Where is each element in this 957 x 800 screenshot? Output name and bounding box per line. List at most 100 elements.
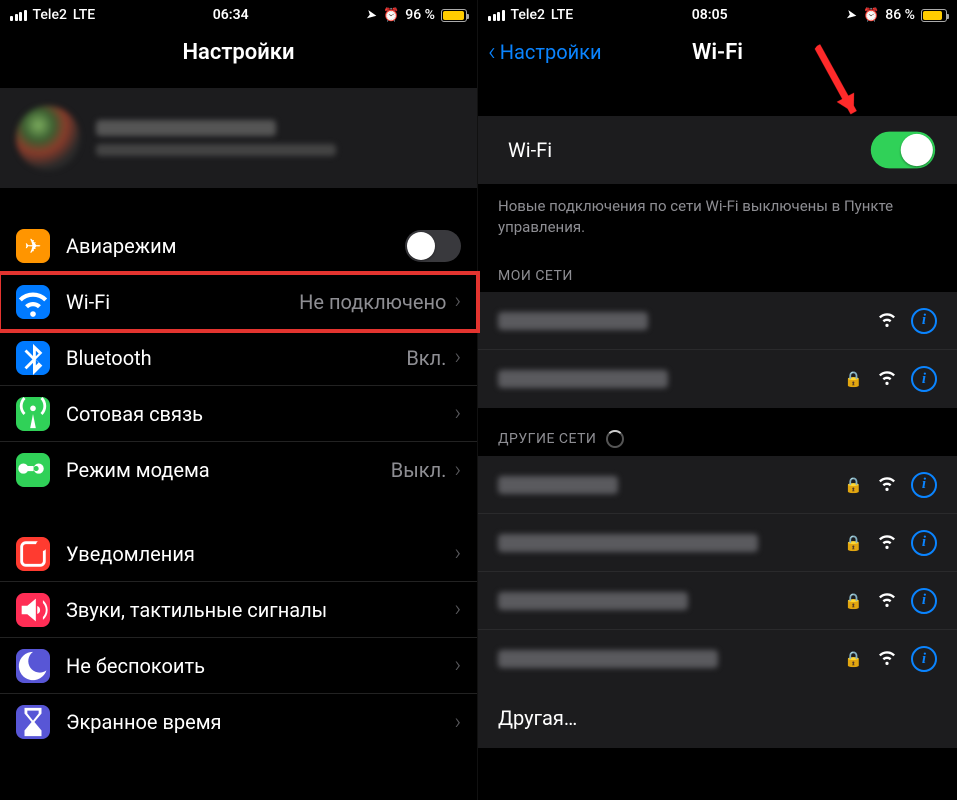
alarm-icon: ⏰ [863,8,879,23]
bluetooth-row[interactable]: Bluetooth Вкл. › [0,330,477,386]
network-row[interactable]: 🔒 i [478,456,957,514]
page-title: Настройки [182,40,294,65]
chevron-left-icon: ‹ [488,39,496,65]
chevron-right-icon: › [454,345,461,370]
dnd-row[interactable]: Не беспокоить › [0,638,477,694]
wifi-label: Wi-Fi [66,290,299,314]
hotspot-label: Режим модема [66,458,391,482]
alarm-icon: ⏰ [383,8,399,23]
settings-screen: Tele2 LTE 06:34 ➤ ⏰ 96 % Настройки Авиар… [0,0,478,800]
signal-icon [10,10,27,21]
network-type: LTE [551,7,573,23]
bluetooth-icon [16,341,50,375]
apple-id-row[interactable] [0,88,477,188]
info-button[interactable]: i [911,530,937,556]
bluetooth-label: Bluetooth [66,346,406,370]
wifi-signal-icon [877,369,897,389]
lock-icon: 🔒 [844,650,863,668]
network-row[interactable]: 🔒 i [478,514,957,572]
wifi-signal-icon [877,649,897,669]
avatar [16,106,80,170]
network-type: LTE [73,7,95,23]
network-row[interactable]: 🔒 i [478,572,957,630]
wifi-row[interactable]: Wi-Fi Не подключено › [0,274,477,330]
notifications-row[interactable]: Уведомления › [0,526,477,582]
wifi-screen: Tele2 LTE 08:05 ➤ ⏰ 86 % ‹ Настройки Wi-… [478,0,957,800]
nav-bar: ‹ Настройки Wi-Fi [478,28,957,76]
info-button[interactable]: i [911,308,937,334]
profile-text-redacted [96,120,336,156]
network-name-redacted [498,476,618,494]
signal-icon [488,10,505,21]
bluetooth-value: Вкл. [406,346,446,370]
airplane-icon [25,234,42,258]
chevron-right-icon: › [454,541,461,566]
info-button[interactable]: i [911,588,937,614]
screentime-row[interactable]: Экранное время › [0,694,477,750]
wifi-master-row: Wi-Fi [478,116,957,184]
info-button[interactable]: i [911,646,937,672]
page-title: Wi-Fi [692,40,743,65]
other-network-label: Другая… [498,706,577,730]
wifi-signal-icon [877,533,897,553]
location-icon: ➤ [845,7,858,24]
network-row[interactable]: 🔒 i [478,350,957,408]
cellular-icon [16,397,50,431]
airplane-mode-label: Авиарежим [66,234,405,258]
other-networks-header: ДРУГИЕ СЕТИ [478,408,957,456]
network-name-redacted [498,592,688,610]
back-button[interactable]: ‹ Настройки [488,39,602,65]
wifi-signal-icon [877,475,897,495]
battery-icon [441,9,467,22]
wifi-master-toggle[interactable] [871,132,935,169]
carrier-label: Tele2 [511,7,545,23]
other-networks-list: 🔒 i 🔒 i 🔒 i [478,456,957,688]
notifications-label: Уведомления [66,542,454,566]
chevron-right-icon: › [454,597,461,622]
hotspot-value: Выкл. [391,458,447,482]
wifi-icon [16,285,50,319]
network-name-redacted [498,312,648,330]
lock-icon: 🔒 [844,476,863,494]
battery-percent: 86 % [885,7,915,23]
wifi-note: Новые подключения по сети Wi-Fi выключен… [478,184,957,246]
info-button[interactable]: i [911,472,937,498]
other-network-row[interactable]: Другая… [478,688,957,748]
screentime-label: Экранное время [66,710,454,734]
my-networks-header: МОИ СЕТИ [478,246,957,292]
settings-group-connectivity: Авиарежим Wi-Fi Не подключено › Bluetoot… [0,218,477,498]
lock-icon: 🔒 [844,534,863,552]
airplane-mode-toggle[interactable] [405,230,461,262]
hotspot-row[interactable]: Режим модема Выкл. › [0,442,477,498]
wifi-master-label: Wi-Fi [508,138,552,162]
loading-spinner-icon [606,430,624,448]
battery-percent: 96 % [405,7,435,23]
lock-icon: 🔒 [844,370,863,388]
nav-bar: Настройки [0,28,477,76]
network-row[interactable]: i [478,292,957,350]
cellular-label: Сотовая связь [66,402,454,426]
wifi-signal-icon [877,311,897,331]
info-button[interactable]: i [911,366,937,392]
wifi-signal-icon [877,591,897,611]
chevron-right-icon: › [454,289,461,314]
clock: 06:34 [213,7,249,23]
back-label: Настройки [500,40,602,64]
cellular-row[interactable]: Сотовая связь › [0,386,477,442]
sounds-icon [16,593,50,627]
my-networks-list: i 🔒 i [478,292,957,408]
network-name-redacted [498,534,758,552]
status-bar: Tele2 LTE 06:34 ➤ ⏰ 96 % [0,0,477,28]
clock: 08:05 [692,7,728,23]
chevron-right-icon: › [454,710,461,735]
sounds-row[interactable]: Звуки, тактильные сигналы › [0,582,477,638]
battery-icon [921,9,947,22]
carrier-label: Tele2 [33,7,67,23]
network-row[interactable]: 🔒 i [478,630,957,688]
lock-icon: 🔒 [844,592,863,610]
sounds-label: Звуки, тактильные сигналы [66,598,454,622]
location-icon: ➤ [365,7,378,24]
airplane-mode-row[interactable]: Авиарежим [0,218,477,274]
wifi-value: Не подключено [299,290,446,314]
hotspot-icon [16,453,50,487]
